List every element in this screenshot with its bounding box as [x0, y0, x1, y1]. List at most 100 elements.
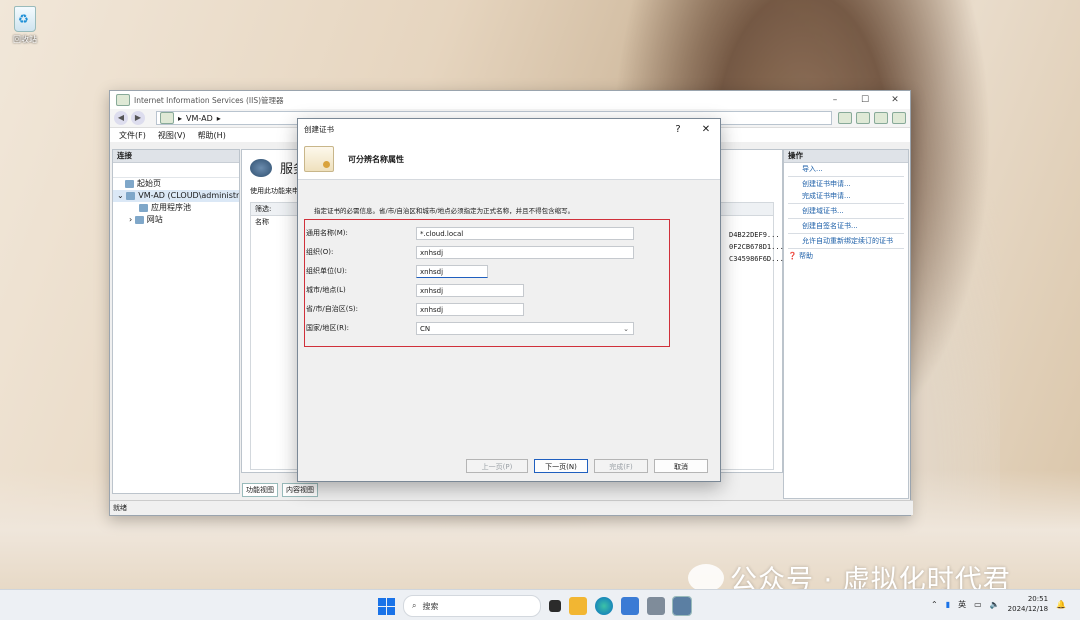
- recycle-bin-shortcut[interactable]: ♻ 回收站: [10, 6, 40, 45]
- windows-start-icon[interactable]: [378, 597, 395, 615]
- chevron-up-icon[interactable]: ⌃: [931, 600, 938, 609]
- cancel-button[interactable]: 取消: [654, 459, 708, 473]
- search-icon: ⌕: [412, 601, 417, 610]
- menu-file[interactable]: 文件(F): [119, 130, 146, 141]
- field-org-unit: 组织单位(U): xnhsdj: [306, 264, 488, 278]
- clock-date: 2024/12/18: [1007, 605, 1049, 613]
- dialog-title: 创建证书: [304, 124, 334, 134]
- close-button[interactable]: ✕: [880, 95, 910, 105]
- state-label: 省/市/自治区(S):: [306, 305, 358, 313]
- menu-help[interactable]: 帮助(H): [198, 130, 226, 141]
- taskbar-search[interactable]: ⌕ 搜索: [403, 595, 541, 617]
- state-input[interactable]: xnhsdj: [416, 302, 524, 316]
- create-certificate-dialog: 创建证书 ? ✕ 可分辨名称属性 指定证书的必需信息。省/市/自治区和城市/地点…: [297, 118, 721, 482]
- tree-item-app-pools[interactable]: 应用程序池: [113, 202, 239, 214]
- server-certificates-icon: [250, 158, 272, 177]
- maximize-button[interactable]: ☐: [850, 95, 880, 105]
- file-explorer-icon[interactable]: [569, 597, 587, 615]
- actions-header: 操作: [784, 150, 908, 163]
- notification-bell-icon[interactable]: 🔔: [1056, 600, 1066, 609]
- city-input[interactable]: xnhsdj: [416, 283, 524, 297]
- tab-features-view[interactable]: 功能视图: [242, 483, 278, 497]
- expand-chevron-icon: ⌄: [117, 191, 127, 200]
- certificate-icon: [304, 146, 334, 172]
- city-label: 城市/地点(L): [306, 286, 346, 294]
- tab-content-view[interactable]: 内容视图: [282, 483, 318, 497]
- start-page-icon: [125, 179, 134, 188]
- iis-app-icon: [116, 94, 130, 106]
- connections-toolbar: [113, 163, 239, 178]
- field-organization: 组织(O): xnhsdj: [306, 245, 634, 259]
- dialog-help-button[interactable]: ?: [664, 124, 692, 135]
- tree-item-start-page[interactable]: 起始页: [113, 178, 239, 190]
- actions-pane: 操作 导入... 创建证书申请... 完成证书申请... 创建域证书... 创建…: [783, 149, 909, 499]
- divider: [788, 218, 904, 219]
- dialog-banner: 可分辨名称属性: [298, 139, 720, 180]
- connections-header: 连接: [113, 150, 239, 163]
- tree-item-server[interactable]: ⌄ VM-AD (CLOUD\administrator): [113, 190, 239, 202]
- country-value: CN: [420, 324, 431, 333]
- server-icon: [126, 191, 136, 200]
- org-unit-input[interactable]: xnhsdj: [416, 264, 488, 278]
- ime-indicator[interactable]: 英: [958, 599, 966, 610]
- organization-label: 组织(O):: [306, 248, 334, 256]
- edge-icon[interactable]: [595, 597, 613, 615]
- stop-icon[interactable]: [856, 112, 870, 124]
- minimize-button[interactable]: –: [820, 95, 850, 105]
- forward-arrow-icon[interactable]: ▶: [131, 111, 145, 125]
- volume-icon[interactable]: 🔈: [990, 600, 1000, 609]
- taskbar: ⌕ 搜索 ⌃ ▮ 英 ▭ 🔈 20:51 2024/12/18 🔔: [0, 589, 1080, 620]
- go-icon[interactable]: [838, 112, 852, 124]
- common-name-input[interactable]: *.cloud.local: [416, 226, 634, 240]
- breadcrumb-server[interactable]: VM-AD: [186, 114, 213, 123]
- chevron-down-icon: ⌄: [623, 324, 629, 333]
- app-pool-icon: [139, 203, 148, 212]
- divider: [788, 176, 904, 177]
- cert-hash-2[interactable]: 0F2CB678D1...: [729, 243, 784, 251]
- divider: [788, 233, 904, 234]
- dialog-buttons: 上一页(P) 下一页(N) 完成(F) 取消: [466, 459, 708, 473]
- dialog-heading: 可分辨名称属性: [348, 154, 404, 164]
- iis-taskbar-icon[interactable]: [672, 596, 692, 616]
- action-import[interactable]: 导入...: [784, 163, 908, 175]
- action-complete-request[interactable]: 完成证书申请...: [784, 190, 908, 202]
- menu-view[interactable]: 视图(V): [158, 130, 186, 141]
- view-tabs: 功能视图 内容视图: [242, 483, 318, 497]
- task-view-icon[interactable]: [549, 600, 561, 612]
- help-icon[interactable]: [892, 112, 906, 124]
- action-create-self-signed[interactable]: 创建自签名证书...: [784, 220, 908, 232]
- dialog-titlebar: 创建证书 ? ✕: [298, 119, 720, 139]
- server-icon: [160, 112, 174, 124]
- cert-hash-1[interactable]: D4B22DEF9...: [729, 231, 780, 239]
- organization-input[interactable]: xnhsdj: [416, 245, 634, 259]
- tree-item-sites[interactable]: › 网站: [113, 214, 239, 226]
- sites-folder-icon: [134, 215, 144, 224]
- action-enable-rebind[interactable]: 允许自动重新绑定续订的证书: [784, 235, 908, 247]
- action-create-request[interactable]: 创建证书申请...: [784, 178, 908, 190]
- clock[interactable]: 20:51 2024/12/18: [1008, 594, 1048, 614]
- back-arrow-icon[interactable]: ◀: [114, 111, 128, 125]
- connections-tree: 起始页 ⌄ VM-AD (CLOUD\administrator) 应用程序池 …: [113, 178, 239, 226]
- finish-button[interactable]: 完成(F): [594, 459, 648, 473]
- connections-pane: 连接 起始页 ⌄ VM-AD (CLOUD\administrator) 应用程…: [112, 149, 240, 494]
- cert-hash-3[interactable]: C345986F6D...: [729, 255, 784, 263]
- next-button[interactable]: 下一页(N): [534, 459, 588, 473]
- network-app-icon[interactable]: ▮: [946, 600, 950, 609]
- help-icon: ❓: [788, 252, 799, 260]
- system-tray: ⌃ ▮ 英 ▭ 🔈 20:51 2024/12/18 🔔: [931, 594, 1066, 614]
- field-city: 城市/地点(L) xnhsdj: [306, 283, 524, 297]
- home-icon[interactable]: [874, 112, 888, 124]
- action-help[interactable]: ❓ 帮助: [784, 250, 908, 262]
- prev-button[interactable]: 上一页(P): [466, 459, 528, 473]
- country-select[interactable]: CN ⌄: [416, 321, 634, 335]
- dialog-close-button[interactable]: ✕: [692, 124, 720, 135]
- common-name-label: 通用名称(M):: [306, 229, 348, 237]
- divider: [788, 248, 904, 249]
- network-icon[interactable]: ▭: [974, 600, 982, 609]
- remote-desktop-icon[interactable]: [621, 597, 639, 615]
- action-create-domain-cert[interactable]: 创建域证书...: [784, 205, 908, 217]
- recycle-bin-icon: ♻: [14, 6, 36, 32]
- breadcrumb-chevron[interactable]: ▸: [217, 114, 221, 123]
- expand-arrow-icon: ›: [129, 215, 135, 224]
- server-manager-icon[interactable]: [647, 597, 665, 615]
